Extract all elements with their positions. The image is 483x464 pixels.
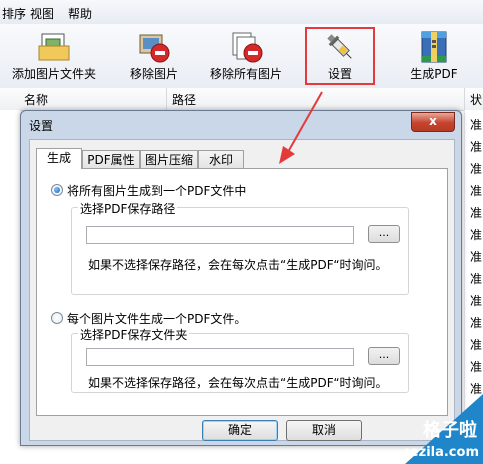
column-divider[interactable] bbox=[464, 88, 465, 110]
save-folder-hint: 如果不选择保存路径，会在每次点击“生成PDF“时询问。 bbox=[88, 376, 388, 390]
remove-all-icon bbox=[232, 32, 263, 63]
generate-pdf-button[interactable]: 生成PDF bbox=[400, 24, 468, 88]
column-divider[interactable] bbox=[166, 88, 167, 110]
status-cell: 准 bbox=[470, 228, 483, 242]
status-cell: 准 bbox=[470, 118, 483, 132]
status-cell: 准 bbox=[470, 360, 483, 374]
browse-folder-button[interactable]: ... bbox=[368, 347, 400, 365]
toolbar: 添加图片文件夹 移除图片 移除所有图片 设置 生成PDF bbox=[0, 24, 483, 89]
single-pdf-label[interactable]: 将所有图片生成到一个PDF文件中 bbox=[67, 182, 246, 199]
remove-image-button[interactable]: 移除图片 bbox=[116, 24, 192, 88]
column-path[interactable]: 路径 bbox=[172, 91, 196, 108]
settings-highlight-box bbox=[305, 27, 375, 85]
file-list-header: 名称 路径 状 bbox=[0, 88, 483, 111]
cancel-button[interactable]: 取消 bbox=[286, 420, 362, 441]
save-folder-input[interactable] bbox=[86, 348, 354, 366]
status-cell: 准 bbox=[470, 206, 483, 220]
status-cell: 准 bbox=[470, 140, 483, 154]
status-cell: 准 bbox=[470, 162, 483, 176]
remove-all-button[interactable]: 移除所有图片 bbox=[204, 24, 288, 88]
save-folder-group: 选择PDF保存文件夹 ... 如果不选择保存路径，会在每次点击“生成PDF“时询… bbox=[71, 326, 409, 393]
ok-button[interactable]: 确定 bbox=[202, 420, 278, 441]
settings-dialog: 设置 x 生成 PDF属性 图片压缩 水印 将所有图片生成到一个PDF文件中 选… bbox=[20, 110, 462, 446]
site-watermark: 格子啦 gezila.com bbox=[405, 394, 483, 464]
save-path-input[interactable] bbox=[86, 226, 354, 244]
generate-tab-panel: 将所有图片生成到一个PDF文件中 选择PDF保存路径 ... 如果不选择保存路径… bbox=[36, 168, 448, 416]
status-cell: 准 bbox=[470, 272, 483, 286]
watermark-text: 格子啦 bbox=[423, 420, 477, 441]
close-icon: x bbox=[429, 114, 437, 128]
save-path-hint: 如果不选择保存路径，会在每次点击“生成PDF“时询问。 bbox=[88, 258, 388, 272]
close-button[interactable]: x bbox=[411, 112, 455, 132]
column-status[interactable]: 状 bbox=[470, 91, 482, 108]
save-folder-group-title: 选择PDF保存文件夹 bbox=[78, 326, 190, 343]
per-image-pdf-radio[interactable] bbox=[51, 312, 63, 324]
tab-pdf-properties[interactable]: PDF属性 bbox=[82, 150, 140, 168]
remove-image-icon bbox=[139, 34, 170, 63]
column-name[interactable]: 名称 bbox=[24, 91, 48, 108]
single-pdf-radio[interactable] bbox=[51, 184, 63, 196]
add-folder-button[interactable]: 添加图片文件夹 bbox=[8, 24, 100, 88]
menu-help[interactable]: 帮助 bbox=[68, 5, 92, 22]
file-list-left bbox=[0, 110, 20, 464]
menu-view[interactable]: 视图 bbox=[30, 5, 54, 22]
status-cell: 准 bbox=[470, 294, 483, 308]
tab-image-compression[interactable]: 图片压缩 bbox=[140, 150, 198, 168]
status-cell: 准 bbox=[470, 316, 483, 330]
pdf-archive-icon bbox=[421, 31, 447, 63]
dialog-body: 生成 PDF属性 图片压缩 水印 将所有图片生成到一个PDF文件中 选择PDF保… bbox=[29, 139, 455, 441]
browse-path-button[interactable]: ... bbox=[368, 225, 400, 243]
tab-generate[interactable]: 生成 bbox=[36, 148, 82, 169]
tab-watermark[interactable]: 水印 bbox=[198, 150, 244, 168]
save-path-group: 选择PDF保存路径 ... 如果不选择保存路径，会在每次点击“生成PDF“时询问… bbox=[71, 200, 409, 295]
status-cell: 准 bbox=[470, 338, 483, 352]
menu-sort[interactable]: 排序 bbox=[2, 5, 26, 22]
menu-bar: 排序 视图 帮助 bbox=[0, 0, 483, 25]
status-cell: 准 bbox=[470, 184, 483, 198]
per-image-pdf-label[interactable]: 每个图片文件生成一个PDF文件。 bbox=[67, 310, 246, 327]
folder-image-icon bbox=[38, 33, 70, 61]
dialog-title: 设置 bbox=[29, 119, 54, 133]
watermark-url: gezila.com bbox=[405, 445, 479, 460]
save-path-group-title: 选择PDF保存路径 bbox=[78, 200, 178, 217]
status-cell: 准 bbox=[470, 250, 483, 264]
